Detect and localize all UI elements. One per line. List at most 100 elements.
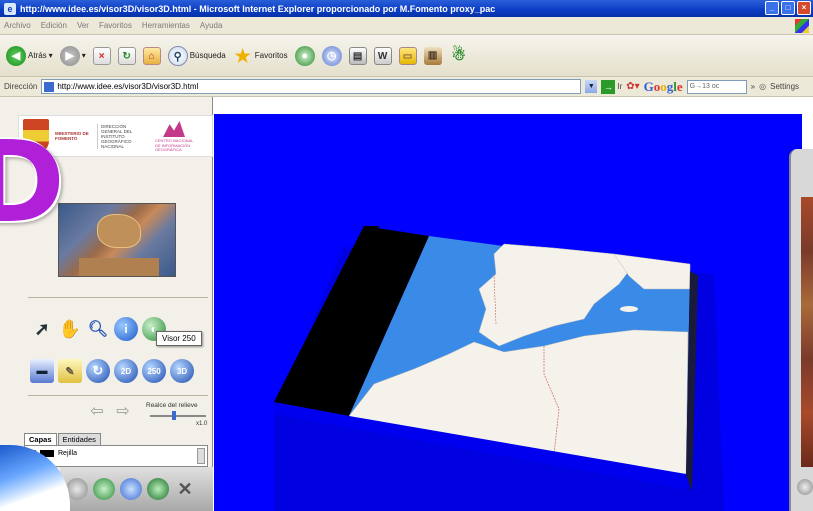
relief-label: Realce del relieve	[146, 402, 198, 409]
settings-label[interactable]: Settings	[770, 82, 799, 91]
favorites-label: Favoritos	[254, 51, 288, 60]
right-map-strip	[801, 197, 813, 467]
settings-icon[interactable]: ◎	[759, 82, 766, 91]
pointer-icon[interactable]: ➚	[30, 317, 54, 341]
back-label: Atrás	[28, 51, 47, 60]
back-button[interactable]: ◀ Atrás ▾	[6, 45, 53, 66]
ign-mountain-icon	[163, 121, 185, 137]
menu-edicion[interactable]: Edición	[41, 21, 67, 30]
chevron-down-icon[interactable]: ▾	[82, 51, 86, 60]
view-250-button[interactable]: 250	[142, 359, 166, 383]
windows-logo-icon	[795, 19, 809, 33]
messenger-icon[interactable]: ☃	[449, 46, 469, 66]
links-icon[interactable]: ✿▾	[626, 81, 639, 92]
overview-map-thumbnail[interactable]	[58, 203, 176, 277]
document-icon[interactable]	[120, 478, 142, 500]
research-icon[interactable]: ▥	[423, 46, 442, 65]
dg-text: DIRECCIÓN GENERAL DEL INSTITUTO GEOGRÁFI…	[97, 123, 149, 149]
info-icon[interactable]: i	[114, 317, 138, 341]
big-letter-d: D	[0, 118, 65, 248]
balearic-island	[620, 306, 638, 312]
tab-entidades[interactable]: Entidades	[57, 433, 101, 445]
pan-hand-icon[interactable]: ✋	[58, 317, 82, 341]
bottom-toolbar: ✕	[60, 467, 213, 511]
rotate-icon[interactable]: ↻	[86, 359, 110, 383]
iberia-shape	[97, 214, 141, 248]
layer-icon[interactable]: ▬	[30, 359, 54, 383]
history-nav: ⇦ ⇨	[88, 403, 132, 421]
right-panel-edge	[789, 149, 813, 511]
print-icon[interactable]: ▤	[348, 46, 367, 65]
chevron-down-icon[interactable]: ▾	[49, 51, 53, 60]
separator	[28, 395, 208, 396]
layer-name: Rejilla	[58, 450, 78, 457]
window-title: http://www.idee.es/visor3D/visor3D.html …	[20, 3, 496, 14]
toolbar-more[interactable]: »	[751, 82, 755, 91]
page-content: MINISTERIO DE FOMENTO DIRECCIÓN GENERAL …	[0, 97, 813, 511]
menu-archivo[interactable]: Archivo	[4, 21, 31, 30]
browser-toolbar: ◀ Atrás ▾ ▶ ▾ × ↻ ⌂ ⚲ Búsqueda ★ Favorit…	[0, 35, 813, 77]
google-search-input[interactable]: G→13 oc	[686, 79, 747, 94]
right-knob-icon[interactable]	[797, 479, 813, 495]
page-icon	[44, 81, 55, 92]
window-controls: _ □ ×	[765, 1, 811, 15]
menu-herramientas[interactable]: Herramientas	[142, 21, 190, 30]
back-arrow-icon: ◀	[6, 45, 26, 66]
go-button[interactable]: → Ir	[601, 79, 623, 94]
relief-value: x1.0	[196, 421, 208, 427]
panel-tabs: Capas Entidades	[24, 433, 101, 445]
search-label: Búsqueda	[189, 51, 226, 60]
next-view-icon[interactable]: ⇨	[114, 403, 132, 421]
ign-text: CENTRO NACIONAL DE INFORMACIÓN GEOGRÁFIC…	[155, 138, 194, 152]
go-label: Ir	[617, 82, 623, 91]
earth-icon[interactable]	[147, 478, 169, 500]
3d-viewer[interactable]	[214, 114, 802, 511]
media-icon[interactable]: ●	[294, 45, 315, 66]
address-label: Dirección	[4, 82, 38, 91]
home-icon[interactable]: ⌂	[142, 46, 161, 65]
forward-button[interactable]: ▶ ▾	[59, 45, 86, 66]
forward-arrow-icon: ▶	[59, 45, 80, 66]
separator	[28, 297, 208, 298]
edit-icon[interactable]: W	[373, 46, 392, 65]
folder-icon[interactable]: ▭	[398, 46, 417, 65]
zoom-icon[interactable]: 🔍︎	[86, 317, 110, 341]
favorites-button[interactable]: ★ Favoritos	[233, 46, 288, 66]
tab-capas[interactable]: Capas	[24, 433, 57, 445]
history-icon[interactable]: ◷	[321, 45, 342, 66]
search-icon: ⚲	[167, 45, 188, 66]
ign-logo: CENTRO NACIONAL DE INFORMACIÓN GEOGRÁFIC…	[155, 121, 194, 152]
menu-favoritos[interactable]: Favoritos	[99, 21, 132, 30]
menu-ayuda[interactable]: Ayuda	[200, 21, 223, 30]
close-button[interactable]: ×	[797, 1, 811, 15]
relief-slider-handle[interactable]	[172, 411, 176, 420]
africa-shape	[79, 258, 159, 276]
edit-note-icon[interactable]: ✎	[58, 359, 82, 383]
view-3d-button[interactable]: 3D	[170, 359, 194, 383]
tools-row-1: ➚ ✋ 🔍︎ i ◐	[30, 317, 166, 341]
menu-ver[interactable]: Ver	[77, 21, 89, 30]
refresh-globe-icon[interactable]	[93, 478, 115, 500]
refresh-icon[interactable]: ↻	[117, 46, 136, 65]
relief-slider-track[interactable]	[150, 415, 206, 417]
address-input[interactable]: http://www.idee.es/visor3D/visor3D.html	[41, 79, 582, 94]
menu-bar: Archivo Edición Ver Favoritos Herramient…	[0, 17, 813, 35]
view-2d-button[interactable]: 2D	[114, 359, 138, 383]
stop-icon[interactable]: ×	[92, 46, 111, 65]
go-arrow-icon: →	[601, 79, 616, 94]
address-dropdown-icon[interactable]: ▼	[585, 80, 598, 93]
search-button[interactable]: ⚲ Búsqueda	[167, 45, 226, 66]
google-logo: Google	[643, 78, 683, 94]
star-icon: ★	[234, 45, 251, 66]
prev-view-icon[interactable]: ⇦	[88, 403, 106, 421]
window-title-bar: e http://www.idee.es/visor3D/visor3D.htm…	[0, 0, 813, 17]
address-bar: Dirección http://www.idee.es/visor3D/vis…	[0, 77, 813, 97]
3d-scene	[274, 226, 724, 511]
address-url: http://www.idee.es/visor3D/visor3D.html	[57, 82, 199, 91]
tooltip: Visor 250	[156, 331, 202, 346]
ie-icon: e	[4, 2, 16, 15]
tools-icon[interactable]: ✕	[174, 478, 196, 500]
minimize-button[interactable]: _	[765, 1, 779, 15]
maximize-button[interactable]: □	[781, 1, 795, 15]
layer-scrollbar[interactable]	[197, 448, 205, 464]
